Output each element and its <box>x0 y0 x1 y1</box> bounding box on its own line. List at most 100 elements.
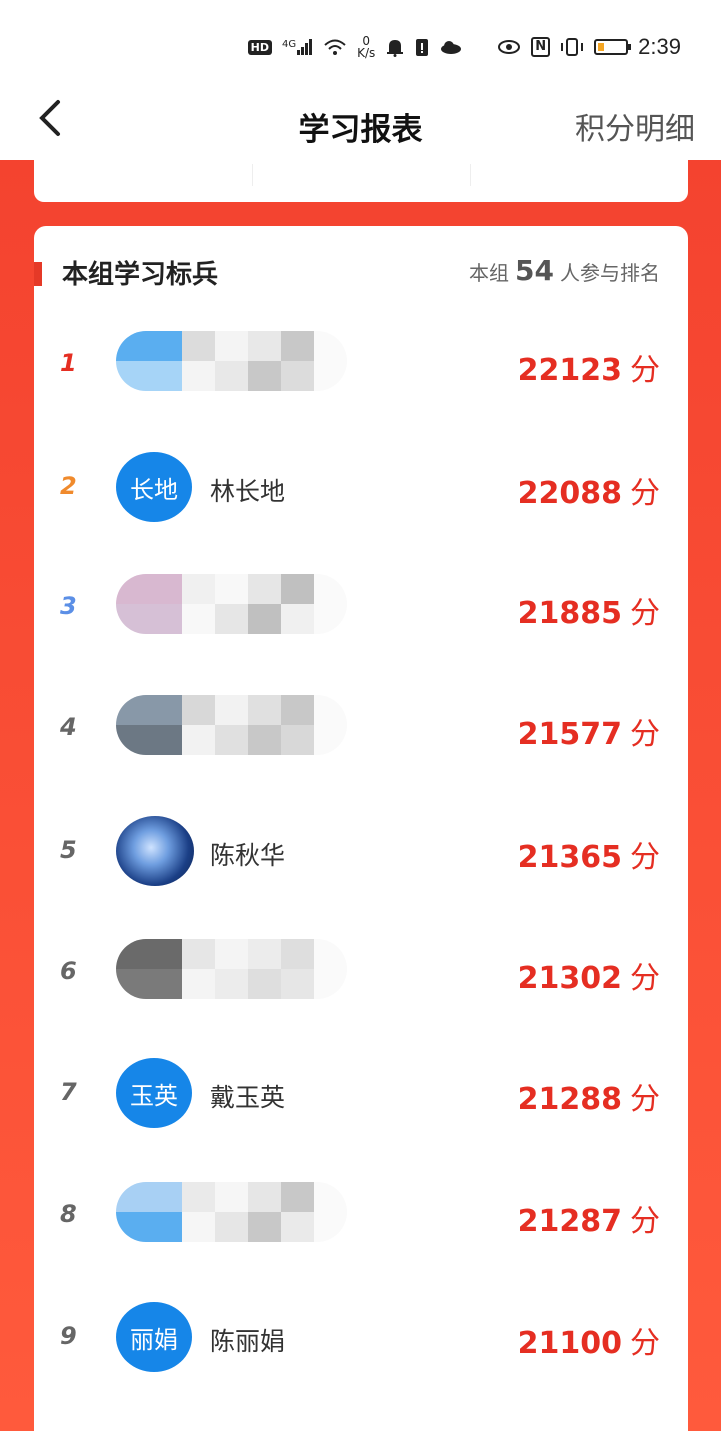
blur-tile <box>314 361 347 391</box>
ranking-row[interactable]: 5 陈秋华 21365 分 <box>34 806 688 896</box>
blur-tile <box>281 969 314 999</box>
blur-tile <box>248 361 281 391</box>
ranking-row[interactable]: 4 21577 分 <box>34 683 688 773</box>
score: 22123 分 <box>518 345 660 389</box>
blur-tile <box>281 725 314 755</box>
cell-bars-icon <box>297 39 313 55</box>
ranking-row[interactable]: 8 21287 分 <box>34 1170 688 1260</box>
blur-tile <box>248 1182 281 1212</box>
blur-tile <box>182 725 215 755</box>
clock: 2:39 <box>638 34 681 59</box>
ranking-row[interactable]: 3 21885 分 <box>34 562 688 652</box>
score-value: 21885 <box>517 596 622 631</box>
ranking-row[interactable]: 6 21302 分 <box>34 927 688 1017</box>
blur-tile <box>215 1182 248 1212</box>
blur-tile <box>215 331 248 361</box>
blur-tile <box>116 1212 149 1242</box>
blur-tile <box>248 574 281 604</box>
blur-tile <box>281 331 314 361</box>
blur-tile <box>149 695 182 725</box>
score-unit: 分 <box>630 717 660 752</box>
divider <box>252 164 253 186</box>
blur-tile <box>215 969 248 999</box>
blur-tile <box>116 331 149 361</box>
score: 22088 分 <box>518 468 660 512</box>
blurred-identity <box>116 574 347 634</box>
participants-count: 54 <box>515 254 554 287</box>
blur-tile <box>116 604 149 634</box>
blur-tile <box>149 969 182 999</box>
score: 21288 分 <box>518 1074 660 1118</box>
blur-tile <box>116 969 149 999</box>
rank-number: 5 <box>60 836 77 864</box>
score-unit: 分 <box>630 1082 660 1117</box>
avatar[interactable]: 玉英 <box>116 1058 192 1128</box>
net-speed: 0 K/s <box>357 35 375 59</box>
score: 21577 分 <box>518 709 660 753</box>
score: 21302 分 <box>518 953 660 997</box>
ranking-row[interactable]: 9 丽娟 陈丽娟 21100 分 <box>34 1292 688 1382</box>
status-icons: HD 4G 0 K/s N 2:39 <box>247 34 681 60</box>
score: 21287 分 <box>518 1196 660 1240</box>
blur-tile <box>281 1212 314 1242</box>
rank-number: 3 <box>60 592 77 620</box>
ranking-row[interactable]: 2 长地 林长地 22088 分 <box>34 442 688 532</box>
avatar-initials: 丽娟 <box>130 1325 178 1354</box>
cloud-icon <box>441 41 462 54</box>
ranking-title: 本组学习标兵 <box>62 260 219 290</box>
blur-tile <box>314 574 347 604</box>
ranking-card: 本组学习标兵 本组 54 人参与排名 1 22123 分 2 长地 林长地 22088 分 3 2… <box>34 226 688 1456</box>
score-unit: 分 <box>630 353 660 388</box>
blur-tile <box>281 361 314 391</box>
score-value: 22123 <box>517 353 622 388</box>
blur-tile <box>215 574 248 604</box>
title-accent-bar <box>34 262 42 286</box>
network-type-label: 4G <box>281 39 297 50</box>
blur-tile <box>248 725 281 755</box>
rank-number: 1 <box>60 349 77 377</box>
score-value: 21365 <box>517 840 622 875</box>
blur-tile <box>116 725 149 755</box>
points-detail-link[interactable]: 积分明细 <box>575 104 695 148</box>
blur-tile <box>149 939 182 969</box>
battery-icon <box>594 39 632 55</box>
blur-tile <box>215 1212 248 1242</box>
score-value: 21287 <box>517 1204 622 1239</box>
blur-tile <box>182 574 215 604</box>
blur-tile <box>314 695 347 725</box>
blurred-identity <box>116 695 347 755</box>
blur-tile <box>182 1212 215 1242</box>
wifi-icon <box>324 39 346 55</box>
hd-icon: HD <box>247 39 272 55</box>
blur-tile <box>182 1182 215 1212</box>
participants-prefix: 本组 <box>469 261 510 285</box>
score: 21100 分 <box>518 1318 660 1362</box>
blur-tile <box>149 604 182 634</box>
blur-tile <box>149 725 182 755</box>
bell-icon <box>387 40 404 57</box>
ranking-row[interactable]: 7 玉英 戴玉英 21288 分 <box>34 1048 688 1138</box>
score-unit: 分 <box>630 840 660 875</box>
score-value: 22088 <box>517 476 622 511</box>
blur-tile <box>281 939 314 969</box>
blur-tile <box>314 1212 347 1242</box>
blur-tile <box>248 604 281 634</box>
blur-tile <box>281 1182 314 1212</box>
rank-number: 6 <box>60 957 77 985</box>
avatar-initials: 玉英 <box>130 1081 178 1110</box>
status-bar: HD 4G 0 K/s N 2:39 <box>0 0 721 90</box>
rank-number: 9 <box>60 1322 77 1350</box>
avatar[interactable] <box>116 816 194 886</box>
ranking-row[interactable]: 1 22123 分 <box>34 319 688 409</box>
blur-tile <box>248 695 281 725</box>
blur-tile <box>149 361 182 391</box>
score-value: 21302 <box>517 961 622 996</box>
signal-icon: 4G <box>282 39 313 55</box>
blur-tile <box>182 969 215 999</box>
blur-tile <box>182 604 215 634</box>
net-speed-unit: K/s <box>357 46 376 60</box>
divider <box>470 164 471 186</box>
member-name: 林长地 <box>210 477 286 506</box>
avatar[interactable]: 丽娟 <box>116 1302 192 1372</box>
avatar[interactable]: 长地 <box>116 452 192 522</box>
